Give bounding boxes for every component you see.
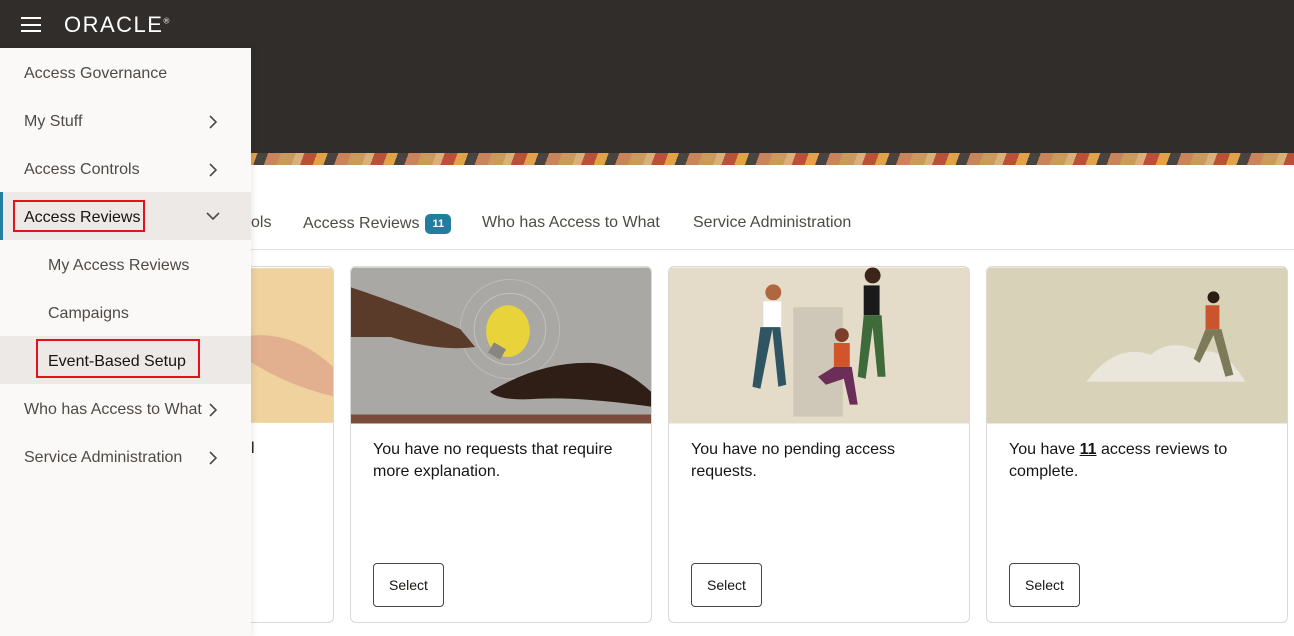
card-partial-text: l: [251, 440, 255, 457]
nav-item-campaigns[interactable]: Campaigns: [0, 290, 251, 338]
people-collaborating-illustration: [669, 267, 969, 424]
card-text: You have 11 access reviews to complete.: [1009, 441, 1228, 480]
nav-item-who-has-access[interactable]: Who has Access to What: [0, 386, 251, 434]
card-text: You have no requests that require more e…: [373, 441, 613, 480]
chevron-right-icon: [209, 163, 218, 177]
access-reviews-count-link[interactable]: 11: [1080, 441, 1097, 458]
nav-item-my-stuff[interactable]: My Stuff: [0, 98, 251, 146]
highlight-box-event-based-setup: [36, 339, 200, 378]
oracle-logo[interactable]: ORACLE®: [64, 12, 169, 38]
hamburger-menu-icon[interactable]: [21, 17, 41, 32]
nav-item-my-access-reviews[interactable]: My Access Reviews: [0, 242, 251, 290]
select-button[interactable]: Select: [373, 563, 444, 607]
nav-item-access-governance[interactable]: Access Governance: [0, 50, 251, 98]
card-access-reviews: You have 11 access reviews to complete. …: [986, 266, 1288, 623]
tab-access-reviews[interactable]: Access Reviews 11: [303, 214, 452, 234]
lightbulb-hands-illustration: [351, 267, 651, 424]
select-button[interactable]: Select: [691, 563, 762, 607]
card-text: You have no pending access requests.: [691, 441, 896, 480]
nav-item-service-administration[interactable]: Service Administration: [0, 434, 251, 482]
chevron-down-icon: [206, 212, 220, 221]
person-climbing-illustration: [987, 267, 1287, 424]
access-reviews-count-badge: 11: [425, 214, 452, 234]
chevron-right-icon: [209, 403, 218, 417]
nav-item-access-controls[interactable]: Access Controls: [0, 146, 251, 194]
card-pending-requests: You have no pending access requests. Sel…: [668, 266, 970, 623]
chevron-right-icon: [209, 115, 218, 129]
top-header-bar: ORACLE®: [0, 0, 1294, 48]
select-button[interactable]: Select: [1009, 563, 1080, 607]
tab-who-has-access[interactable]: Who has Access to What: [482, 214, 660, 232]
highlight-box-access-reviews: [13, 200, 145, 232]
card-explanation-requests: You have no requests that require more e…: [350, 266, 652, 623]
side-navigation-drawer: Access Governance My Stuff Access Contro…: [0, 48, 251, 636]
tab-service-administration[interactable]: Service Administration: [693, 214, 851, 232]
chevron-right-icon: [209, 451, 218, 465]
tab-access-controls[interactable]: ols: [251, 214, 271, 232]
section-tabs: ols Access Reviews 11 Who has Access to W…: [251, 200, 1294, 250]
